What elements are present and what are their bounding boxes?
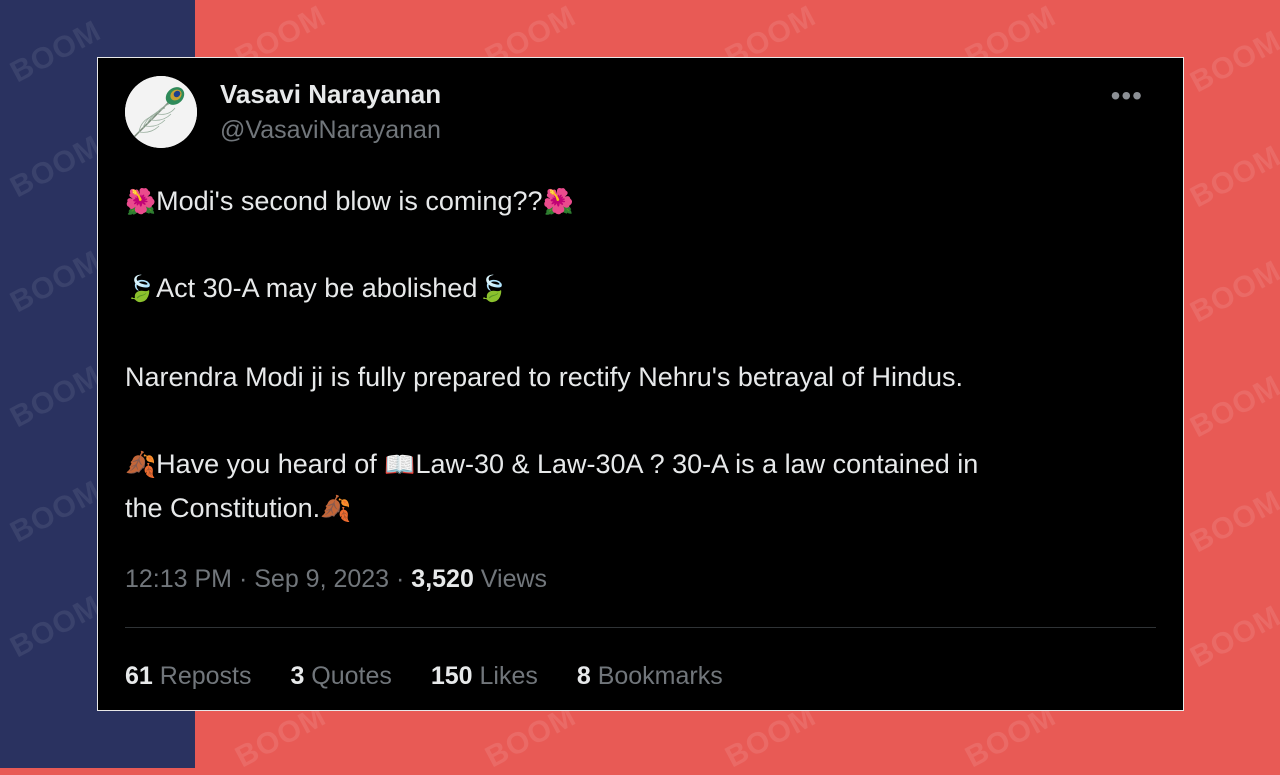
- leaf-fluttering-emoji: 🍃: [125, 274, 157, 303]
- tweet-line-1: 🌺Modi's second blow is coming??🌺: [125, 186, 574, 217]
- hibiscus-emoji: 🌺: [125, 187, 157, 216]
- fallen-leaf-emoji: 🍂: [320, 494, 352, 523]
- quotes-stat[interactable]: 3 Quotes: [290, 662, 391, 690]
- fallen-leaf-emoji: 🍂: [125, 450, 157, 479]
- tweet-date[interactable]: Sep 9, 2023: [254, 565, 389, 593]
- tweet-line-4: 🍂Have you heard of 📖Law-30 & Law-30A ? 3…: [125, 449, 978, 480]
- tweet-meta: 12:13 PM · Sep 9, 2023 · 3,520 Views: [125, 565, 547, 594]
- divider: [125, 627, 1156, 628]
- tweet-line-2: 🍃Act 30-A may be abolished🍃: [125, 273, 508, 304]
- quotes-label: Quotes: [304, 662, 392, 690]
- likes-stat[interactable]: 150 Likes: [431, 662, 538, 690]
- quotes-count: 3: [290, 662, 305, 690]
- tweet-text: the Constitution.: [125, 493, 321, 523]
- tweet-line-5: the Constitution.🍂: [125, 493, 351, 524]
- tweet-text: Have you heard of: [156, 449, 385, 479]
- user-display-name[interactable]: Vasavi Narayanan: [220, 79, 441, 110]
- reposts-count: 61: [125, 662, 153, 690]
- views-label: Views: [473, 565, 548, 593]
- reposts-stat[interactable]: 61 Reposts: [125, 662, 251, 690]
- tweet-text: Law-30 & Law-30A ? 30-A is a law contain…: [415, 449, 979, 479]
- tweet-card: Vasavi Narayanan @VasaviNarayanan ••• 🌺M…: [97, 57, 1184, 711]
- reposts-label: Reposts: [152, 662, 252, 690]
- tweet-stats: 61 Reposts 3 Quotes 150 Likes 8 Bookmark…: [125, 662, 755, 691]
- tweet-time[interactable]: 12:13 PM: [125, 565, 232, 593]
- more-options-icon[interactable]: •••: [1111, 80, 1143, 112]
- bookmarks-label: Bookmarks: [590, 662, 723, 690]
- user-handle[interactable]: @VasaviNarayanan: [220, 116, 441, 145]
- peacock-feather-icon: [125, 76, 197, 148]
- likes-count: 150: [430, 662, 473, 690]
- tweet-text: Act 30-A may be abolished: [156, 273, 478, 303]
- hibiscus-emoji: 🌺: [542, 187, 574, 216]
- open-book-emoji: 📖: [384, 450, 416, 479]
- leaf-fluttering-emoji: 🍃: [477, 274, 509, 303]
- tweet-text: Modi's second blow is coming??: [156, 186, 543, 216]
- separator: ·: [232, 565, 255, 593]
- avatar[interactable]: [125, 76, 197, 148]
- bookmarks-count: 8: [576, 662, 591, 690]
- likes-label: Likes: [472, 662, 538, 690]
- views-count: 3,520: [411, 565, 474, 593]
- tweet-line-3: Narendra Modi ji is fully prepared to re…: [125, 362, 964, 392]
- separator: ·: [389, 565, 412, 593]
- bookmarks-stat[interactable]: 8 Bookmarks: [577, 662, 723, 690]
